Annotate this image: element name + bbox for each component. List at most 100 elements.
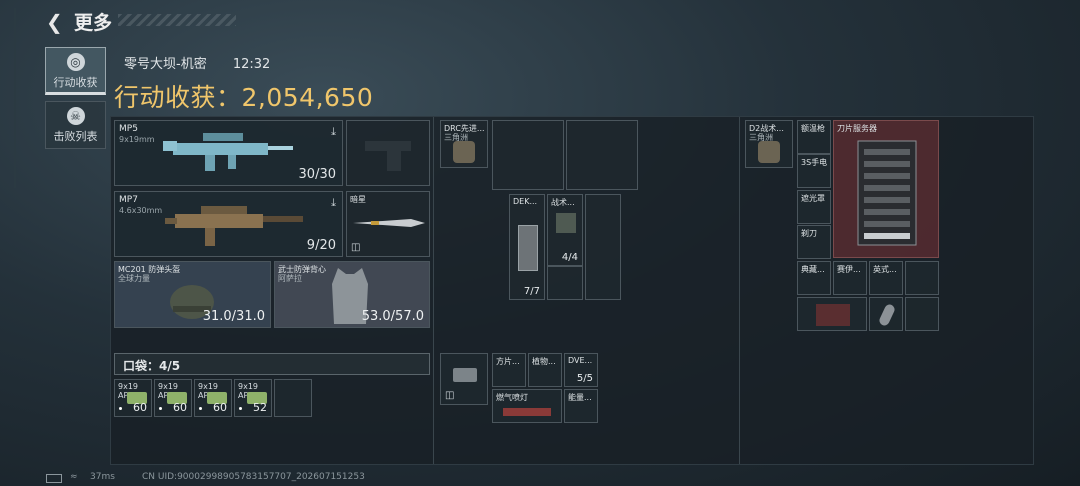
melee-slot[interactable]: 暗星 ◫ xyxy=(346,191,430,257)
empty-slot xyxy=(905,261,939,295)
weapon-caliber: 4.6x30mm xyxy=(119,206,163,215)
inventory-panel: MP5 9x19mm ⤓ 30/30 MP7 4.6x30mm ⤓ 9/20 暗… xyxy=(110,116,1034,465)
item-name: 剃刀 xyxy=(801,229,817,238)
wifi-icon: ≈ xyxy=(70,472,78,482)
bag-item[interactable]: 典藏... xyxy=(797,261,831,295)
sidearm-slot[interactable] xyxy=(346,120,430,186)
helmet-sub: 全球力量 xyxy=(118,274,150,283)
weapon-name: MP7 xyxy=(119,195,138,205)
tab-loot[interactable]: ◎ 行动收获 xyxy=(45,47,106,95)
ammo-slot[interactable]: 9x19AP6.3 60 xyxy=(194,379,232,417)
rig-grid xyxy=(566,120,638,190)
ammo-slot[interactable]: 9x19AP6.3 60 xyxy=(154,379,192,417)
ammo-count: 60 xyxy=(173,401,187,414)
ping-text: 37ms xyxy=(90,472,115,482)
item-slot[interactable]: 战术... 4/4 xyxy=(547,194,583,266)
backpack-image xyxy=(758,141,780,163)
ammo-name: 9x19 xyxy=(158,382,179,391)
mp5-image xyxy=(163,133,293,171)
bag-item[interactable] xyxy=(797,297,867,331)
item-name: 典藏... xyxy=(801,265,825,274)
ammo-dot xyxy=(119,407,122,410)
pocket-bar: 口袋：4/5 xyxy=(114,353,430,375)
skull-icon: ☠ xyxy=(66,107,85,125)
item-slot[interactable]: DVE... 5/5 xyxy=(564,353,598,387)
item-name: 燃气喷灯 xyxy=(496,393,528,402)
weapon-slot-secondary[interactable]: MP7 4.6x30mm ⤓ 9/20 xyxy=(114,191,343,257)
backpack-slot[interactable]: D2战术... 三角洲 xyxy=(745,120,793,168)
bag-item[interactable]: 3S手电 xyxy=(797,154,831,188)
item-slot[interactable]: DEK... 7/7 xyxy=(509,194,545,300)
haul-value: 2,054,650 xyxy=(241,83,374,112)
uid-text: CN UID:90002998905783157707_202607151253 xyxy=(142,472,365,482)
weapon-ammo: 30/30 xyxy=(298,167,336,182)
armor-sub: 阿萨拉 xyxy=(278,274,302,283)
ammo-slot[interactable]: 9x19AP6.3 52 xyxy=(234,379,272,417)
haul-label: 行动收获： xyxy=(114,83,242,112)
armor-slot[interactable]: 武士防弹背心 阿萨拉 53.0/57.0 xyxy=(274,261,430,328)
item-name: 刀片服务器 xyxy=(837,124,877,133)
bag-item[interactable] xyxy=(869,297,903,331)
ammo-dot xyxy=(199,407,202,410)
match-time: 12:32 xyxy=(232,57,271,72)
bag-item[interactable]: 额温枪 xyxy=(797,120,831,154)
pistol-silhouette-icon xyxy=(365,141,411,171)
chest-rig-image xyxy=(453,141,475,163)
item-slot[interactable]: 植物... xyxy=(528,353,562,387)
item-slot[interactable]: 燃气喷灯 xyxy=(492,389,562,423)
tab-kills[interactable]: ☠ 击败列表 xyxy=(45,101,106,149)
device-image xyxy=(518,225,538,271)
item-count: 5/5 xyxy=(576,373,593,384)
bag-item[interactable]: 剃刀 xyxy=(797,225,831,259)
chest-rig-slot[interactable]: DRC先进... 三角洲 xyxy=(440,120,488,168)
knife-image xyxy=(353,219,425,227)
item-name: DVE... xyxy=(568,356,593,365)
ammo-slot-empty[interactable] xyxy=(274,379,312,417)
unbind-icon: ◫ xyxy=(445,390,455,401)
item-name: 能量... xyxy=(568,393,592,402)
tab-kills-label: 击败列表 xyxy=(53,130,98,143)
item-name: 英式... xyxy=(873,265,897,274)
weapon-caliber: 9x19mm xyxy=(119,135,155,144)
ammo-slot[interactable]: 9x19AP6.3 60 xyxy=(114,379,152,417)
bag-item[interactable]: 遮光罩 xyxy=(797,190,831,224)
header-stripe xyxy=(118,14,236,26)
ammo-count: 52 xyxy=(253,401,267,414)
download-icon[interactable]: ⤓ xyxy=(331,125,336,139)
ammo-count: 60 xyxy=(133,401,147,414)
item-name: 额温枪 xyxy=(801,124,825,133)
download-icon[interactable]: ⤓ xyxy=(331,196,336,210)
pouch-slot[interactable]: ◫ xyxy=(440,353,488,405)
item-slot[interactable]: 方片... xyxy=(492,353,526,387)
loot-icon: ◎ xyxy=(66,53,85,71)
item-name: DEK... xyxy=(513,197,538,206)
torch-image xyxy=(503,408,551,416)
item-slot[interactable]: 能量... xyxy=(564,389,598,423)
helmet-slot[interactable]: MC201 防弹头盔 全球力量 31.0/31.0 xyxy=(114,261,271,328)
pocket-count: 4/5 xyxy=(159,359,181,373)
bag-item[interactable]: 赛伊... xyxy=(833,261,867,295)
frame-line xyxy=(14,8,34,188)
rig-grid xyxy=(492,120,564,190)
haul-total: 行动收获：2,054,650 xyxy=(114,78,373,114)
ammo-count: 60 xyxy=(213,401,227,414)
item-name: 遮光罩 xyxy=(801,194,825,203)
back-arrow-icon[interactable]: ❮ xyxy=(46,10,63,34)
ammo-dot xyxy=(159,407,162,410)
item-name: 方片... xyxy=(496,357,520,366)
tab-loot-label: 行动收获 xyxy=(53,76,98,89)
ammo-name: 9x19 xyxy=(118,382,139,391)
divider xyxy=(433,117,434,464)
item-count: 7/7 xyxy=(523,286,540,297)
helmet-durability: 31.0/31.0 xyxy=(202,309,265,324)
bag-item[interactable]: 英式... xyxy=(869,261,903,295)
bag-item[interactable]: 刀片服务器 xyxy=(833,120,939,258)
page-title: 更多 xyxy=(74,12,113,34)
weapon-slot-primary[interactable]: MP5 9x19mm ⤓ 30/30 xyxy=(114,120,343,186)
tag-image xyxy=(877,302,897,328)
battery-icon xyxy=(46,474,62,483)
empty-slot xyxy=(585,194,621,300)
server-image xyxy=(857,140,917,246)
ammo-name: 9x19 xyxy=(198,382,219,391)
empty-slot xyxy=(547,266,583,300)
